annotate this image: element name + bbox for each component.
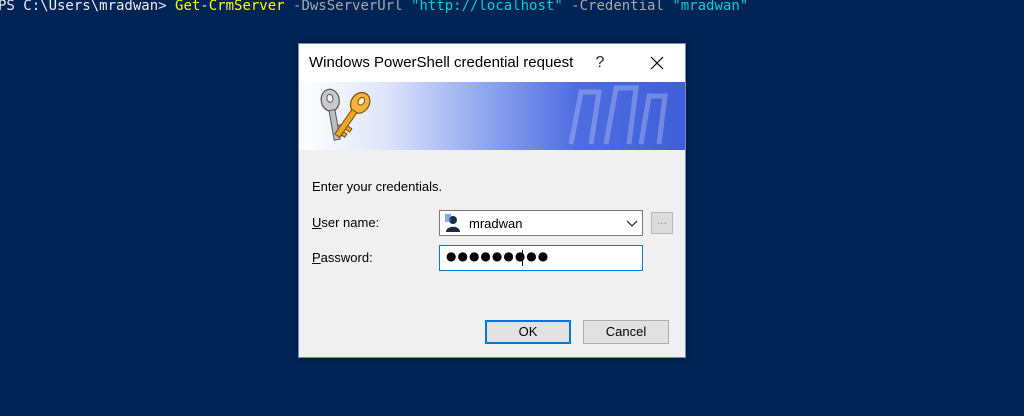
dialog-titlebar[interactable]: Windows PowerShell credential request ? — [299, 44, 685, 82]
dialog-title: Windows PowerShell credential request — [309, 54, 574, 71]
console-value-url: "http://localhost" — [411, 0, 563, 14]
password-masked-value: ●●●●●●●●● — [446, 249, 550, 263]
console-param-dwsserverurl: -DwsServerUrl — [284, 0, 412, 14]
console-param-credential: -Credential — [562, 0, 673, 14]
cancel-button[interactable]: Cancel — [583, 320, 669, 344]
dialog-banner — [299, 82, 685, 150]
password-label: Password: — [312, 250, 373, 265]
help-button[interactable]: ? — [585, 50, 615, 76]
dialog-content: Enter your credentials. User name: mradw… — [299, 150, 685, 357]
user-name-label: User name: — [312, 215, 379, 230]
password-field[interactable]: ●●●●●●●●● — [439, 245, 643, 271]
browse-credentials-button[interactable]: ... — [651, 212, 673, 234]
keys-icon — [320, 88, 371, 141]
ok-button[interactable]: OK — [485, 320, 571, 344]
user-avatar-icon — [445, 214, 460, 232]
console-command: Get-CrmServer — [175, 0, 285, 14]
password-accelerator: P — [312, 250, 321, 265]
user-name-accelerator: U — [312, 215, 322, 230]
user-name-combobox[interactable]: mradwan — [439, 210, 643, 236]
watermark-keys-icon — [568, 85, 668, 145]
instruction-text: Enter your credentials. — [312, 179, 443, 194]
user-name-label-text: ser name: — [321, 215, 380, 230]
user-name-value: mradwan — [469, 216, 523, 231]
console-prompt: PS C:\Users\mradwan> — [0, 0, 176, 14]
close-icon — [650, 56, 664, 70]
credential-dialog: Windows PowerShell credential request ? — [298, 43, 686, 358]
chevron-down-icon[interactable] — [626, 217, 638, 229]
text-caret — [522, 250, 523, 266]
command-line: PS C:\Users\mradwan> Get-CrmServer -DwsS… — [0, 0, 748, 15]
close-button[interactable] — [639, 48, 675, 78]
password-label-text: assword: — [320, 250, 373, 265]
console-value-credential: "mradwan" — [672, 0, 749, 14]
